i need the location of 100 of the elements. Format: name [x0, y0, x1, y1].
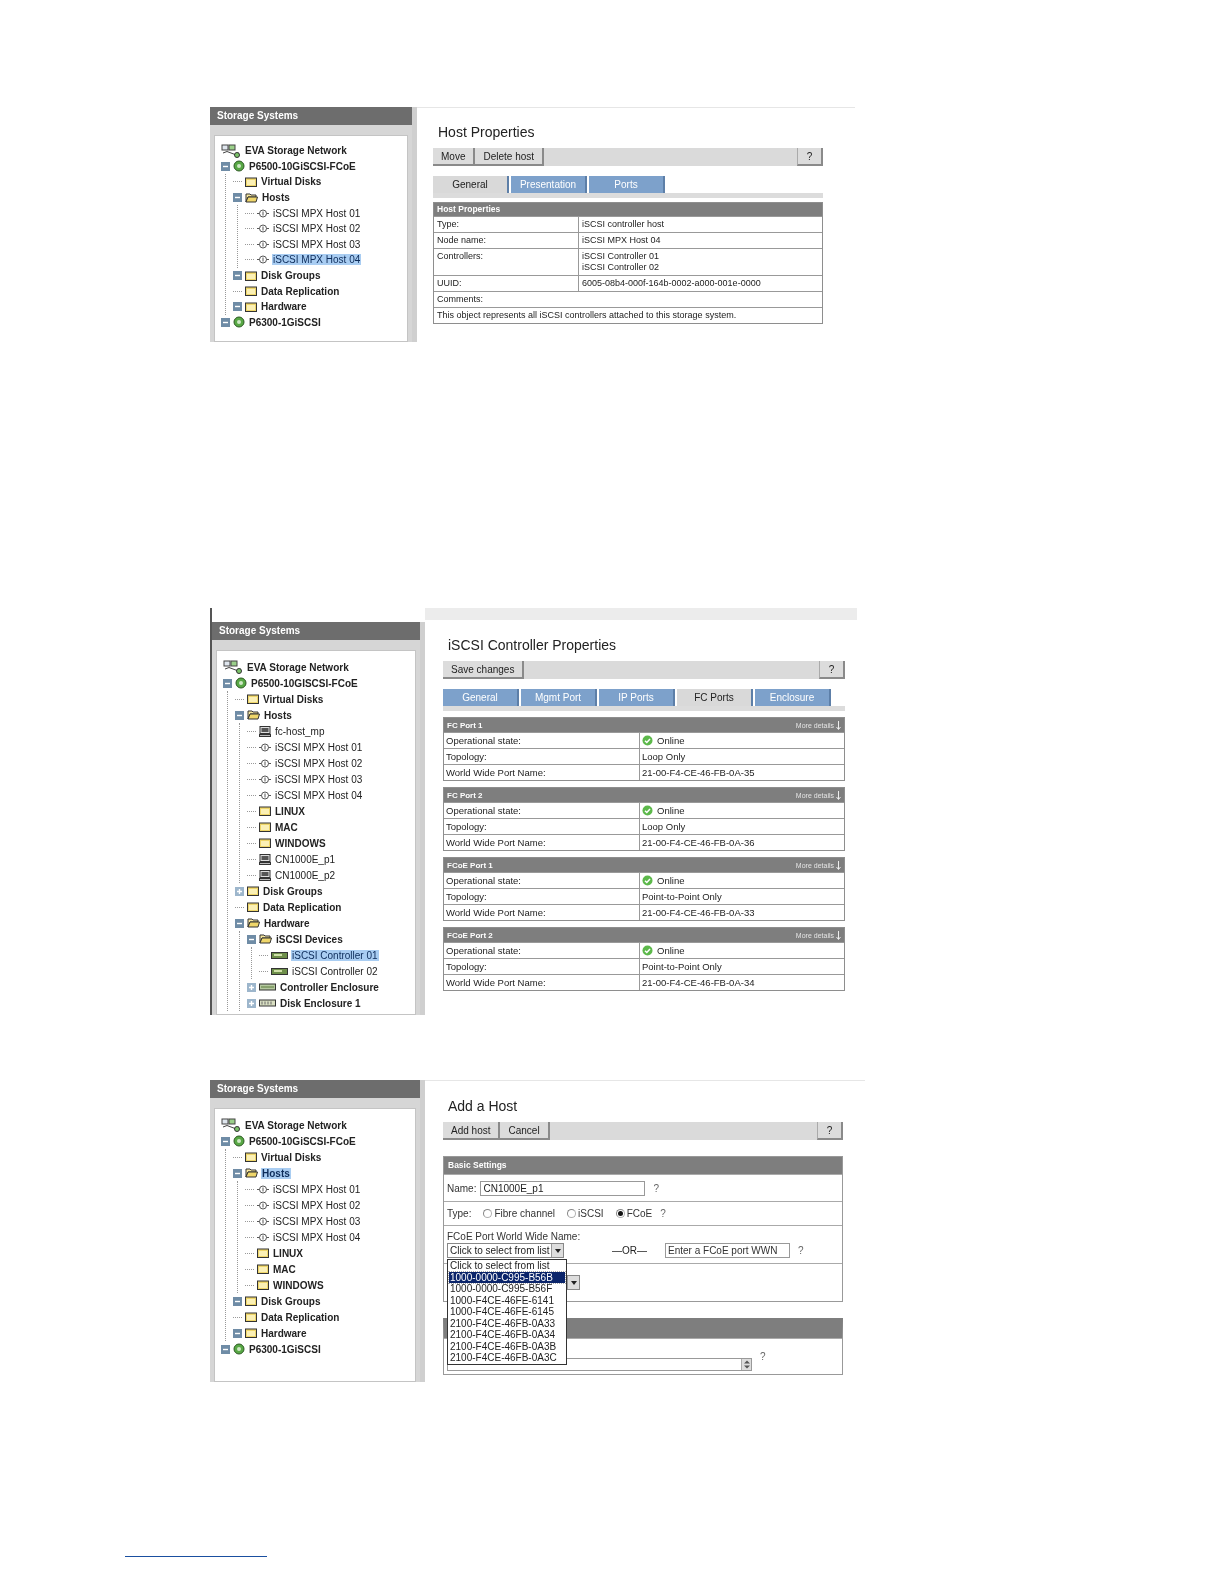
tree-item[interactable]: Hosts [261, 192, 291, 204]
help-button[interactable]: ? [817, 1122, 843, 1140]
expand-toggle[interactable] [221, 1344, 230, 1354]
tree-item[interactable]: Disk Groups [260, 1295, 322, 1307]
toolbar-button[interactable]: Add host [443, 1122, 501, 1140]
expand-toggle[interactable] [235, 918, 244, 928]
tree-item[interactable]: P6500-10GISCSI-FCoE [250, 677, 359, 689]
or-separator: —OR— [612, 1245, 647, 1256]
tree-item[interactable]: Hosts [263, 709, 293, 721]
tree-item[interactable]: iSCSI MPX Host 01 [272, 207, 362, 219]
property-text: Comments: [434, 291, 822, 307]
help-link[interactable]: ? [760, 1351, 766, 1362]
expand-toggle[interactable] [233, 1168, 242, 1178]
tree-item[interactable]: fc-host_mp [274, 725, 326, 737]
tree-item[interactable]: MAC [274, 821, 299, 833]
help-button[interactable]: ? [819, 661, 845, 679]
tree-item[interactable]: iSCSI MPX Host 01 [272, 1183, 362, 1195]
radio-label[interactable]: iSCSI [578, 1208, 604, 1219]
wwn-select[interactable]: Click to select from list [447, 1243, 564, 1258]
tree-item[interactable]: Hosts [261, 1167, 291, 1179]
tree-item[interactable]: Data Replication [260, 285, 341, 297]
tree-item[interactable]: P6300-1GiSCSI [248, 1343, 322, 1355]
expand-toggle[interactable] [221, 1136, 230, 1146]
radio-label[interactable]: Fibre channel [494, 1208, 556, 1219]
expand-toggle[interactable] [247, 934, 256, 944]
dropdown-option[interactable]: 1000-0000-C995-B56F [449, 1283, 565, 1295]
tree-item[interactable]: iSCSI Devices [275, 933, 344, 945]
tree-item[interactable]: iSCSI MPX Host 04 [272, 1231, 362, 1243]
tree-item[interactable]: P6300-1GiSCSI [248, 316, 322, 328]
tab[interactable]: General [433, 176, 509, 193]
tree-item[interactable]: iSCSI Controller 02 [291, 965, 379, 977]
dropdown-option[interactable]: Click to select from list [449, 1260, 565, 1272]
tree-item[interactable]: iSCSI MPX Host 02 [274, 757, 364, 769]
tree-item[interactable]: Controller Enclosure [279, 981, 380, 993]
tree-item[interactable]: CN1000E_p2 [274, 869, 337, 881]
tree-item[interactable]: P6500-10GiSCSI-FCoE [248, 160, 357, 172]
expand-toggle[interactable] [235, 886, 244, 896]
expand-toggle[interactable] [233, 1296, 242, 1306]
tree-item[interactable]: Disk Enclosure 1 [279, 997, 362, 1009]
dropdown-option[interactable]: 1000-0000-C995-B56B [449, 1271, 565, 1283]
help-link[interactable]: ? [660, 1208, 666, 1219]
tree-item[interactable]: Virtual Disks [260, 176, 323, 188]
tree-item[interactable]: CN1000E_p1 [274, 853, 337, 865]
expand-toggle[interactable] [223, 678, 232, 688]
tree-item[interactable]: iSCSI MPX Host 02 [272, 1199, 362, 1211]
help-link[interactable]: ? [798, 1245, 804, 1256]
expand-toggle[interactable] [247, 998, 256, 1008]
expand-toggle[interactable] [221, 161, 230, 171]
tree-item[interactable]: EVA Storage Network [244, 1119, 348, 1131]
help-link[interactable]: ? [653, 1182, 659, 1194]
tree-item[interactable]: iSCSI MPX Host 03 [274, 773, 364, 785]
tree-item[interactable]: iSCSI MPX Host 02 [272, 223, 362, 235]
toolbar-button[interactable]: Delete host [475, 148, 545, 166]
expand-toggle[interactable] [233, 302, 242, 312]
folder-icon [245, 1296, 257, 1306]
tree-item[interactable]: P6500-10GiSCSI-FCoE [248, 1135, 357, 1147]
tree-item[interactable]: WINDOWS [272, 1279, 325, 1291]
help-button[interactable]: ? [797, 148, 823, 166]
toolbar-button[interactable]: Cancel [500, 1122, 550, 1140]
toolbar-button[interactable]: Move [433, 148, 476, 166]
toolbar-button[interactable]: Save changes [443, 661, 525, 679]
sidebar-title: Storage Systems [210, 1080, 420, 1098]
tree-item[interactable]: Hardware [263, 917, 311, 929]
wwn-input-field[interactable]: Enter a FCoE port WWN [665, 1243, 790, 1258]
tree-item[interactable]: iSCSI MPX Host 04 [272, 254, 362, 266]
tree-item[interactable]: iSCSI MPX Host 04 [274, 789, 364, 801]
tree-item[interactable]: iSCSI Controller 01 [291, 949, 379, 961]
tree-item[interactable]: iSCSI MPX Host 01 [274, 741, 364, 753]
radio-button[interactable] [615, 1209, 625, 1218]
expand-toggle[interactable] [233, 271, 242, 281]
expand-toggle[interactable] [233, 193, 242, 203]
tree-item[interactable]: EVA Storage Network [246, 661, 350, 673]
property-value: iSCSI controller host [582, 219, 666, 230]
radio-button[interactable] [567, 1209, 577, 1218]
tree-item[interactable]: Virtual Disks [260, 1151, 323, 1163]
tree-item[interactable]: LINUX [274, 805, 306, 817]
expand-toggle[interactable] [233, 1328, 242, 1338]
tree-item[interactable]: iSCSI MPX Host 03 [272, 1215, 362, 1227]
tree-item[interactable]: LINUX [272, 1247, 304, 1259]
tree-item[interactable]: Virtual Disks [262, 693, 325, 705]
tree-item[interactable]: Data Replication [260, 1311, 341, 1323]
expand-toggle[interactable] [221, 317, 230, 327]
name-field[interactable]: CN1000E_p1 [480, 1180, 646, 1196]
tree-item[interactable]: Disk Groups [260, 270, 322, 282]
radio-label[interactable]: FCoE [626, 1208, 653, 1219]
tree-item[interactable]: Disk Groups [262, 885, 324, 897]
storage-system-icon [233, 160, 245, 173]
tree-item[interactable]: Hardware [260, 1327, 308, 1339]
spinner-icon [743, 1360, 750, 1369]
radio-button[interactable] [483, 1209, 493, 1218]
tree-item[interactable]: EVA Storage Network [244, 145, 348, 157]
tab[interactable]: FC Ports [677, 689, 753, 706]
tree-item[interactable]: iSCSI MPX Host 03 [272, 238, 362, 250]
tree-item[interactable]: Data Replication [262, 901, 343, 913]
tree-item[interactable]: WINDOWS [274, 837, 327, 849]
tree-item[interactable]: MAC [272, 1263, 297, 1275]
expand-toggle[interactable] [247, 982, 256, 992]
host-icon [257, 1215, 269, 1227]
expand-toggle[interactable] [235, 710, 244, 720]
tree-item[interactable]: Hardware [260, 301, 308, 313]
